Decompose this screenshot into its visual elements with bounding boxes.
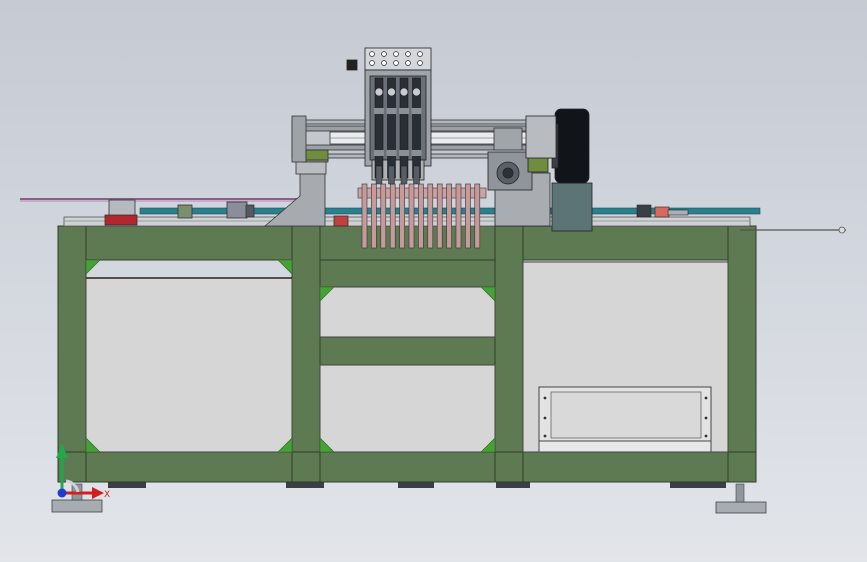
- sensor-box: [346, 59, 358, 71]
- head-hole: [393, 51, 399, 57]
- machine-assembly-drawing: Y X: [20, 47, 846, 514]
- panel-mid-lower: [319, 364, 496, 453]
- z-axis-dot: [57, 488, 67, 498]
- small-block-2: [226, 201, 248, 219]
- gripper-clamp: [399, 150, 409, 156]
- gripper-tip: [400, 165, 408, 185]
- frame-post-mid-left: [291, 225, 321, 483]
- comb-finger: [427, 183, 434, 249]
- head-hole: [381, 60, 387, 66]
- drawer-base: [538, 440, 712, 453]
- x-axis-arrowhead: [92, 487, 104, 499]
- red-clamp: [104, 214, 138, 226]
- red-stop: [333, 215, 349, 227]
- foot-left: [51, 499, 103, 513]
- comb-finger: [399, 183, 405, 249]
- gripper-clamp: [386, 108, 397, 114]
- gripper-clamp: [399, 108, 409, 114]
- frame-post-right: [727, 225, 757, 483]
- comb-finger: [371, 183, 377, 249]
- frame-top-rail: [57, 225, 757, 261]
- machine-feet: [51, 480, 767, 514]
- frame-post-mid-right: [494, 225, 524, 483]
- head-hole: [405, 60, 411, 66]
- comb-finger: [436, 183, 443, 249]
- gripper-knob: [412, 87, 421, 97]
- panel-mid-upper: [319, 286, 496, 338]
- gantry-end-left: [291, 115, 307, 163]
- comb-finger: [465, 183, 471, 249]
- head-hole: [369, 51, 375, 57]
- gripper-clamp: [374, 150, 384, 156]
- cylinder-end: [493, 127, 523, 151]
- right-bracket: [525, 115, 557, 159]
- gripper-tip: [388, 165, 395, 185]
- comb-finger: [389, 183, 396, 249]
- head-hole: [369, 60, 375, 66]
- head-hole: [417, 60, 423, 66]
- y-axis-label: Y: [58, 444, 65, 454]
- foot-right-stem: [735, 483, 745, 503]
- gripper-knob: [387, 87, 396, 97]
- head-hole: [405, 51, 411, 57]
- comb-finger: [446, 183, 452, 249]
- head-hole: [381, 51, 387, 57]
- head-hole: [393, 60, 399, 66]
- cad-viewport[interactable]: Y X: [0, 0, 867, 562]
- handwheel: [554, 108, 590, 184]
- gripper-knob: [374, 87, 384, 97]
- x-axis-label: X: [104, 490, 110, 500]
- comb-finger: [408, 183, 415, 249]
- gripper-clamp: [411, 108, 422, 114]
- gripper-clamp: [411, 150, 422, 156]
- panel-left: [85, 277, 293, 453]
- gripper-tip: [413, 165, 420, 185]
- left-support: [263, 149, 349, 227]
- frame-mid-crossbar-lower: [319, 336, 496, 366]
- gripper-tip: [375, 165, 383, 185]
- pick-head-top: [364, 47, 432, 71]
- frame-bottom-rail: [57, 451, 757, 483]
- small-block-1: [177, 204, 193, 219]
- foot-right: [715, 501, 767, 514]
- frame-mid-crossbar-upper: [319, 259, 496, 288]
- comb-finger: [474, 183, 481, 249]
- comb-finger: [455, 183, 462, 249]
- table-top: [63, 216, 751, 227]
- gripper-knob: [399, 87, 409, 97]
- comb-finger: [361, 183, 368, 249]
- gripper-clamp: [374, 108, 384, 114]
- right-rod-parts: [636, 204, 689, 218]
- green-bracket-left: [305, 149, 329, 161]
- gripper-clamp: [386, 150, 397, 156]
- small-block-3: [245, 204, 255, 218]
- slate-column: [551, 182, 593, 232]
- clamp-bracket: [108, 199, 136, 216]
- table-top-plate: [63, 216, 751, 227]
- head-hole: [417, 51, 423, 57]
- comb-finger: [380, 183, 387, 249]
- comb-finger: [418, 183, 424, 249]
- drawer-face: [550, 391, 702, 439]
